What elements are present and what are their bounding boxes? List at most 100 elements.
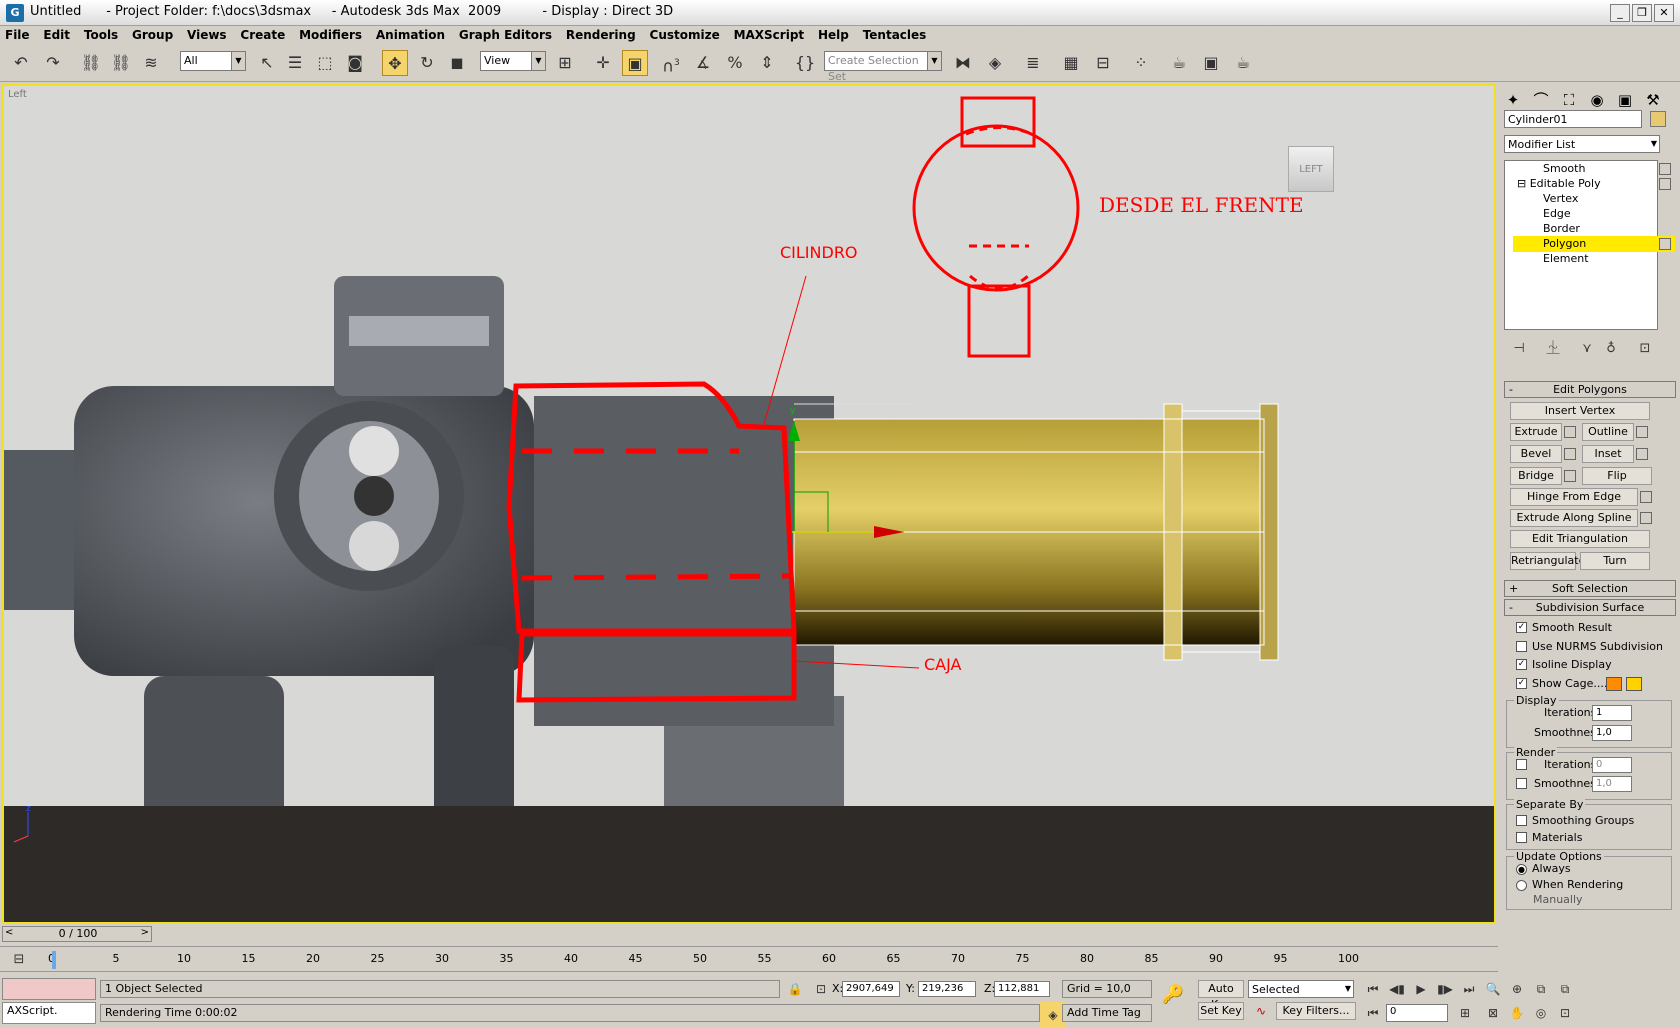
time-configuration-icon[interactable]: ⊞ — [1452, 1000, 1478, 1026]
move-icon[interactable]: ✥ — [382, 50, 408, 76]
menu-rendering[interactable]: Rendering — [561, 26, 641, 44]
menu-tools[interactable]: Tools — [79, 26, 123, 44]
menu-modifiers[interactable]: Modifiers — [294, 26, 367, 44]
edit-named-selection-icon[interactable]: {} — [792, 50, 818, 76]
rollout-subdivision-surface[interactable]: - Subdivision Surface — [1504, 599, 1676, 616]
named-selection-set-input[interactable]: Create Selection Set ▼ — [824, 51, 942, 83]
maximize-viewport-icon[interactable]: ⊡ — [1552, 1000, 1578, 1026]
object-color-swatch[interactable] — [1650, 111, 1666, 127]
menu-edit[interactable]: Edit — [38, 26, 75, 44]
zoom-extents-all-icon[interactable]: ⧉ — [1552, 976, 1578, 1002]
zoom-icon[interactable]: 🔍 — [1480, 976, 1506, 1002]
motion-tab-icon[interactable]: ◉ — [1584, 88, 1610, 112]
material-editor-icon[interactable]: ⁘ — [1128, 50, 1154, 76]
time-slider-next-icon[interactable]: > — [141, 927, 149, 938]
set-key-button[interactable]: Set Key — [1198, 1002, 1244, 1020]
menu-help[interactable]: Help — [813, 26, 854, 44]
menu-maxscript[interactable]: MAXScript — [729, 26, 810, 44]
menu-tentacles[interactable]: Tentacles — [858, 26, 932, 44]
percent-snap-icon[interactable]: % — [722, 50, 748, 76]
smooth-result-checkbox[interactable]: ✓ — [1516, 622, 1527, 633]
extrude-along-spline-button[interactable]: Extrude Along Spline — [1510, 509, 1638, 527]
menu-customize[interactable]: Customize — [645, 26, 725, 44]
keyboard-shortcut-override-icon[interactable]: ▣ — [622, 50, 648, 76]
close-button[interactable]: ✕ — [1654, 4, 1674, 22]
display-smoothness-spinner[interactable]: 1,0 — [1592, 725, 1632, 741]
rendered-frame-window-icon[interactable]: ▣ — [1198, 50, 1224, 76]
rollout-soft-selection[interactable]: + Soft Selection — [1504, 580, 1676, 597]
display-tab-icon[interactable]: ▣ — [1612, 88, 1638, 112]
display-iterations-spinner[interactable]: 1 — [1592, 705, 1632, 721]
mirror-icon[interactable]: ⧓ — [950, 50, 976, 76]
orbit-icon[interactable]: ◎ — [1528, 1000, 1554, 1026]
turn-button[interactable]: Turn — [1580, 552, 1650, 570]
maxscript-mini-listener[interactable]: AXScript. — [2, 1002, 96, 1024]
menu-animation[interactable]: Animation — [371, 26, 450, 44]
stack-item-vertex[interactable]: Vertex — [1513, 191, 1675, 207]
key-mode-select[interactable]: Selected ▼ — [1248, 980, 1354, 998]
go-to-start-icon[interactable]: ⏮ — [1360, 976, 1386, 1002]
render-smoothness-checkbox[interactable] — [1516, 778, 1527, 789]
absolute-mode-icon[interactable]: ⊡ — [808, 976, 834, 1002]
align-icon[interactable]: ◈ — [982, 50, 1008, 76]
object-name-field[interactable]: Cylinder01 — [1504, 110, 1642, 128]
stack-item-polygon[interactable]: Polygon — [1513, 236, 1675, 252]
render-smoothness-spinner[interactable]: 1,0 — [1592, 776, 1632, 792]
stack-item-border[interactable]: Border — [1513, 221, 1675, 237]
bridge-button[interactable]: Bridge — [1510, 467, 1562, 485]
schematic-view-icon[interactable]: ⊟ — [1090, 50, 1116, 76]
menu-file[interactable]: File — [0, 26, 35, 44]
show-end-result-icon[interactable]: ⏈ — [1540, 336, 1566, 362]
when-rendering-radio[interactable] — [1516, 880, 1527, 891]
isoline-display-checkbox[interactable]: ✓ — [1516, 659, 1527, 670]
edit-triangulation-button[interactable]: Edit Triangulation — [1510, 530, 1650, 548]
rotate-icon[interactable]: ↻ — [414, 50, 440, 76]
play-icon[interactable]: ▶ — [1408, 976, 1434, 1002]
extrude-settings-icon[interactable] — [1564, 426, 1576, 438]
menu-create[interactable]: Create — [235, 26, 290, 44]
previous-frame-icon[interactable]: ◀▮ — [1384, 976, 1410, 1002]
rectangular-region-icon[interactable]: ⬚ — [312, 50, 338, 76]
default-tangent-icon[interactable]: ∿ — [1248, 998, 1274, 1024]
retriangulate-button[interactable]: Retriangulate — [1510, 552, 1585, 570]
undo-icon[interactable]: ↶ — [8, 50, 34, 76]
cage-color-1-swatch[interactable] — [1606, 677, 1622, 691]
extrude-spline-settings-icon[interactable] — [1640, 512, 1652, 524]
inset-button[interactable]: Inset — [1582, 445, 1634, 463]
quick-render-icon[interactable]: ☕ — [1230, 50, 1256, 76]
outline-settings-icon[interactable] — [1636, 426, 1648, 438]
snap-toggle-icon[interactable]: ∩3 — [658, 50, 684, 76]
smoothing-groups-checkbox[interactable] — [1516, 815, 1527, 826]
always-radio[interactable]: ● — [1516, 864, 1527, 875]
insert-vertex-button[interactable]: Insert Vertex — [1510, 402, 1650, 420]
z-coordinate-input[interactable]: 112,881 — [994, 981, 1050, 997]
bridge-settings-icon[interactable] — [1564, 470, 1576, 482]
rollout-edit-polygons[interactable]: - Edit Polygons — [1504, 381, 1676, 398]
field-of-view-icon[interactable]: ⊠ — [1480, 1000, 1506, 1026]
extrude-button[interactable]: Extrude — [1510, 423, 1562, 441]
scale-icon[interactable]: ◼ — [444, 50, 470, 76]
layer-manager-icon[interactable]: ≣ — [1020, 50, 1046, 76]
utilities-tab-icon[interactable]: ⚒ — [1640, 88, 1666, 112]
select-manipulate-icon[interactable]: ✛ — [590, 50, 616, 76]
cage-color-2-swatch[interactable] — [1626, 677, 1642, 691]
render-iterations-spinner[interactable]: 0 — [1592, 757, 1632, 773]
pin-stack-icon[interactable]: ⊣ — [1506, 336, 1532, 362]
auto-key-button[interactable]: Auto Key — [1198, 980, 1244, 1011]
current-frame-input[interactable]: 0 — [1386, 1004, 1448, 1022]
flip-button[interactable]: Flip — [1582, 467, 1652, 485]
go-to-end-icon[interactable]: ⏭ — [1456, 976, 1482, 1002]
menu-group[interactable]: Group — [127, 26, 178, 44]
create-tab-icon[interactable]: ✦ — [1500, 88, 1526, 112]
select-object-icon[interactable]: ↖ — [254, 50, 280, 76]
hierarchy-tab-icon[interactable]: ⛶ — [1556, 88, 1582, 112]
spinner-snap-icon[interactable]: ⇕ — [754, 50, 780, 76]
unlink-icon[interactable]: ⛓ — [108, 50, 134, 76]
listener-mini-area[interactable] — [2, 978, 96, 1000]
selection-filter-select[interactable]: All ▼ — [180, 51, 246, 71]
materials-checkbox[interactable] — [1516, 832, 1527, 843]
link-icon[interactable]: ⛓ — [78, 50, 104, 76]
x-coordinate-input[interactable]: 2907,649 — [842, 981, 900, 997]
minimize-button[interactable]: _ — [1610, 4, 1630, 22]
stack-item-edge[interactable]: Edge — [1513, 206, 1675, 222]
